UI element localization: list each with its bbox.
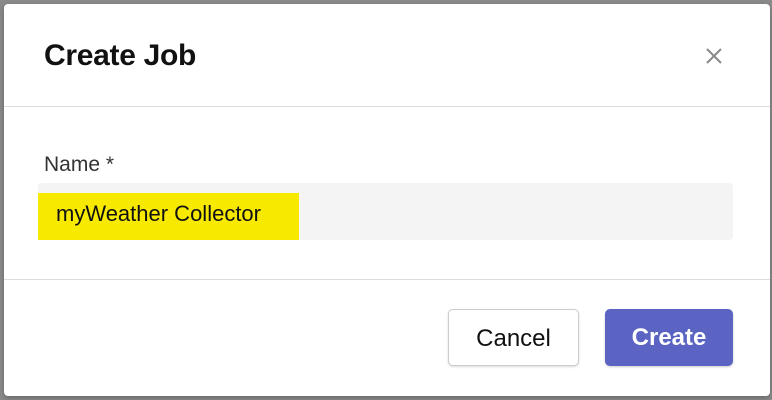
name-input[interactable]: myWeather Collector [38,183,733,240]
create-job-dialog: Create Job Name * myWeather Collector Ca… [4,4,770,396]
name-input-value: myWeather Collector [38,193,299,240]
name-field-label: Name * [44,153,115,176]
cancel-button[interactable]: Cancel [448,309,579,366]
dialog-header: Create Job [4,4,770,107]
dialog-title: Create Job [44,39,197,72]
close-button[interactable] [700,42,728,70]
close-icon [706,48,722,64]
create-button[interactable]: Create [605,309,733,366]
dialog-body: Name * myWeather Collector [4,107,770,280]
